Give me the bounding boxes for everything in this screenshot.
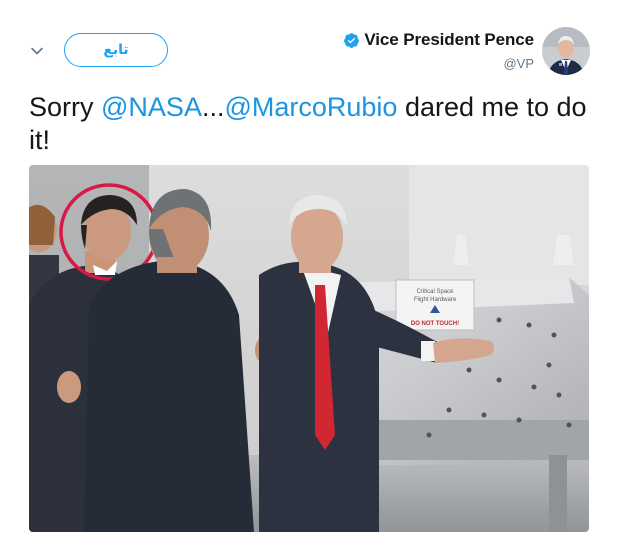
follow-button-label: تابع — [103, 42, 129, 58]
tweet-text-ellipsis: ... — [201, 92, 225, 122]
follow-button[interactable]: تابع — [64, 33, 168, 67]
tweet-card: تابع Vice President Pence @VP Sorry @NAS… — [0, 0, 623, 545]
tweet-photo[interactable]: Critical Space Flight Hardware DO NOT TO… — [29, 165, 589, 532]
user-handle: @VP — [503, 56, 534, 71]
chevron-down-icon[interactable] — [30, 44, 44, 58]
tweet-text-start: Sorry — [29, 92, 102, 122]
verified-badge-icon — [343, 32, 360, 49]
user-info[interactable]: Vice President Pence @VP — [343, 30, 534, 71]
name-row: Vice President Pence — [343, 30, 534, 50]
avatar[interactable] — [542, 27, 590, 75]
display-name: Vice President Pence — [364, 30, 534, 49]
mention-link-nasa[interactable]: @NASA — [101, 92, 202, 122]
tweet-text: Sorry @NASA...@MarcoRubio dared me to do… — [29, 91, 599, 157]
mention-link-marcorubio[interactable]: @MarcoRubio — [224, 92, 397, 122]
